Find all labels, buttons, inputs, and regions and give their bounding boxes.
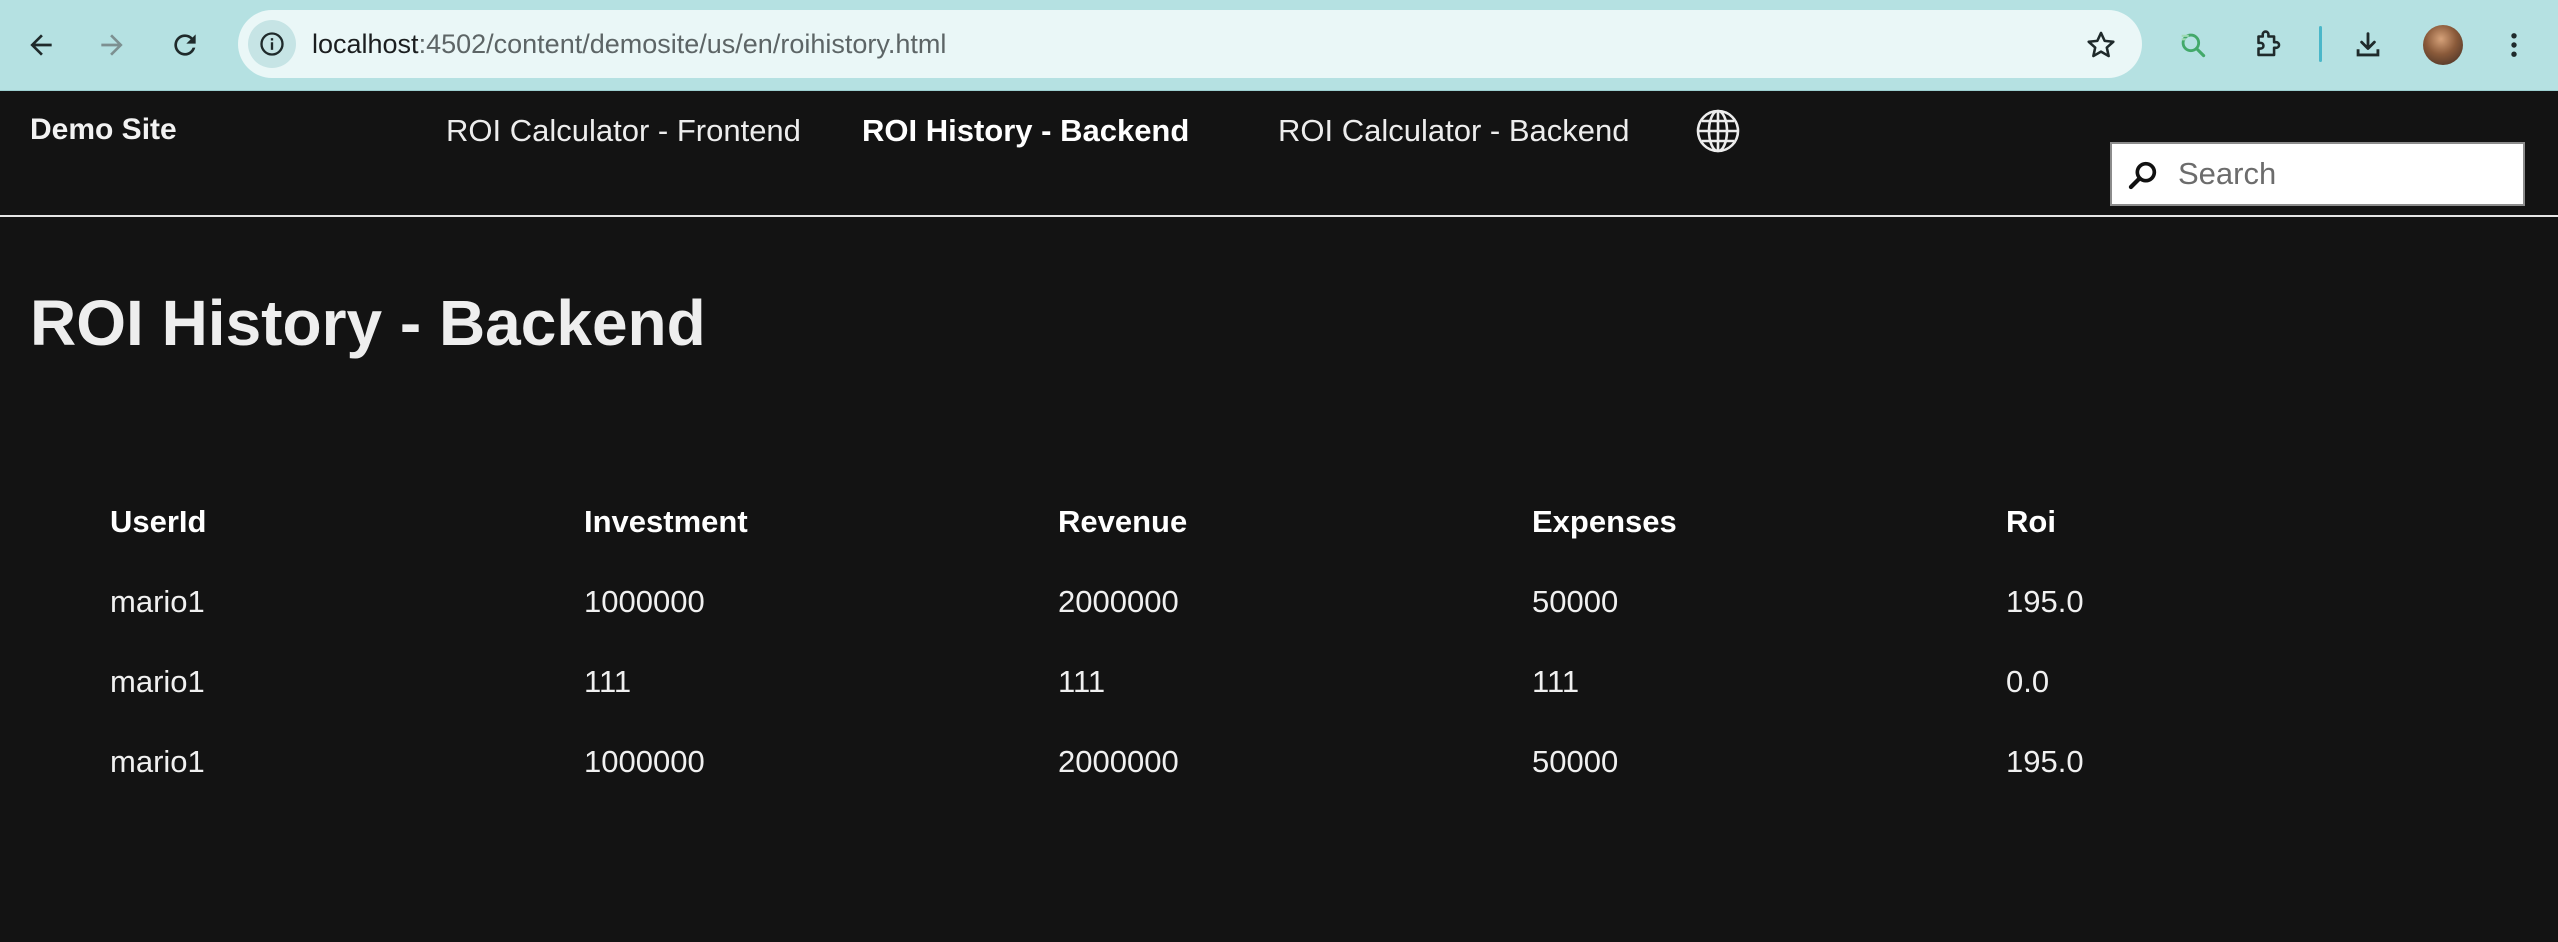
column-header-userid: UserId — [110, 504, 207, 539]
more-vert-icon — [2511, 33, 2517, 57]
table-header-row: UserId Investment Revenue Expenses Roi — [110, 482, 2480, 562]
cell-investment: 1000000 — [584, 584, 705, 619]
extensions-button[interactable] — [2244, 22, 2290, 68]
browser-menu-button[interactable] — [2491, 22, 2537, 68]
cell-investment: 111 — [584, 664, 632, 699]
back-arrow-icon — [30, 34, 52, 56]
browser-toolbar: localhost:4502/content/demosite/us/en/ro… — [0, 0, 2558, 91]
table-row: mario1 1000000 2000000 50000 195.0 — [110, 562, 2480, 642]
cell-revenue: 111 — [1058, 664, 1106, 699]
profile-avatar[interactable] — [2423, 25, 2463, 65]
nav-link-roi-calculator-frontend[interactable]: ROI Calculator - Frontend — [446, 113, 801, 149]
search-icon — [2128, 161, 2157, 190]
column-header-expenses: Expenses — [1532, 504, 1677, 539]
downloads-button[interactable] — [2345, 22, 2391, 68]
page-title: ROI History - Backend — [30, 287, 706, 359]
cell-roi: 0.0 — [2006, 664, 2050, 699]
puzzle-icon — [2257, 30, 2281, 57]
site-info-button[interactable] — [248, 20, 296, 68]
cell-expenses: 111 — [1532, 664, 1580, 699]
back-button[interactable] — [18, 22, 64, 68]
forward-arrow-icon — [101, 34, 123, 56]
cell-roi: 195.0 — [2006, 744, 2084, 779]
cell-roi: 195.0 — [2006, 584, 2084, 619]
url-host: localhost — [312, 29, 419, 59]
column-header-revenue: Revenue — [1058, 504, 1188, 539]
roi-history-table: UserId Investment Revenue Expenses Roi m… — [110, 482, 2480, 802]
search-box[interactable] — [2110, 142, 2525, 206]
column-header-investment: Investment — [584, 504, 748, 539]
google-lens-icon — [2181, 33, 2206, 58]
nav-link-roi-calculator-backend[interactable]: ROI Calculator - Backend — [1278, 113, 1629, 149]
forward-button[interactable] — [89, 22, 135, 68]
cell-userid: mario1 — [110, 584, 205, 619]
nav-link-roi-history-backend[interactable]: ROI History - Backend — [862, 113, 1189, 149]
brand-logo-text[interactable]: Demo Site — [30, 113, 177, 147]
cell-revenue: 2000000 — [1058, 744, 1179, 779]
google-lens-button[interactable] — [2170, 22, 2216, 68]
download-icon — [2356, 32, 2380, 57]
address-bar[interactable]: localhost:4502/content/demosite/us/en/ro… — [238, 10, 2142, 78]
table-row: mario1 1000000 2000000 50000 195.0 — [110, 722, 2480, 802]
toolbar-divider — [2319, 26, 2322, 62]
search-input[interactable] — [2176, 144, 2516, 204]
globe-icon[interactable] — [1694, 107, 1742, 155]
url-text[interactable]: localhost:4502/content/demosite/us/en/ro… — [312, 10, 946, 78]
site-header: Demo Site ROI Calculator - Frontend ROI … — [0, 91, 2558, 217]
cell-revenue: 2000000 — [1058, 584, 1179, 619]
cell-userid: mario1 — [110, 664, 205, 699]
star-icon[interactable] — [2084, 28, 2118, 62]
reload-button[interactable] — [162, 22, 208, 68]
table-row: mario1 111 111 111 0.0 — [110, 642, 2480, 722]
column-header-roi: Roi — [2006, 504, 2056, 539]
url-path: :4502/content/demosite/us/en/roihistory.… — [418, 29, 947, 59]
cell-expenses: 50000 — [1532, 584, 1619, 619]
info-icon — [260, 32, 284, 56]
cell-investment: 1000000 — [584, 744, 705, 779]
cell-expenses: 50000 — [1532, 744, 1619, 779]
cell-userid: mario1 — [110, 744, 205, 779]
reload-icon — [174, 34, 196, 56]
